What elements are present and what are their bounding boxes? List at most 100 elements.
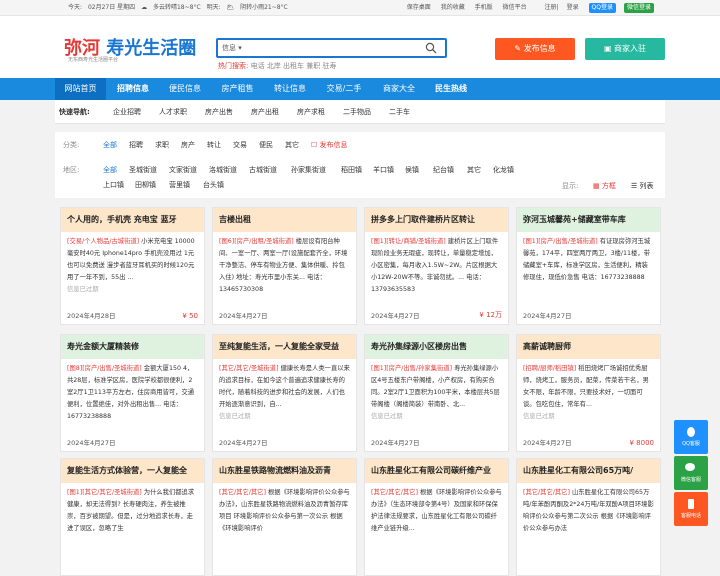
hot-search-terms[interactable]: 电话 北岸 出租车 兼职 驻寿 (251, 62, 337, 70)
card-title[interactable]: 高薪诚聘厨师 (517, 335, 660, 359)
region-option[interactable]: 化龙镇 (493, 165, 514, 175)
quick-link[interactable]: 企业招聘 (113, 100, 141, 124)
phone-service-button[interactable]: 客服电话 (674, 492, 708, 526)
favorites-link[interactable]: 我的收藏 (441, 4, 465, 11)
listing-card[interactable]: 至纯复能生活，一人复能全家受益 [其它/其它/圣城街道] 健康长寿是人类一直以来的… (212, 334, 357, 452)
nav-jobs[interactable]: 招聘信息 (106, 78, 160, 100)
quick-link[interactable]: 房产出租 (251, 100, 279, 124)
card-body: [图1][转让/商铺/圣城街道] 建桥片区上门取件现阶段业务无瑕疵，现转让，单量… (365, 232, 508, 296)
category-option[interactable]: 便民 (259, 140, 273, 150)
card-tag: [其它/其它/其它] (371, 489, 418, 496)
card-title[interactable]: 个人用的，手机壳 充电宝 蓝牙 (61, 208, 204, 232)
date-text: 02月27日 星期四 (87, 4, 136, 11)
card-title[interactable]: 至纯复能生活，一人复能全家受益 (213, 335, 356, 359)
card-tag: [其它/其它/其它] (219, 489, 266, 496)
region-option[interactable]: 古城街道 (249, 165, 277, 175)
card-title[interactable]: 拼多多上门取件建桥片区转让 (365, 208, 508, 232)
card-tag: [其它/其它/其它] (523, 489, 570, 496)
hot-search: 热门搜索: 电话 北岸 出租车 兼职 驻寿 (218, 61, 337, 71)
category-option[interactable]: 全部 (103, 140, 117, 150)
view-list-toggle[interactable]: ☰ 列表 (631, 181, 654, 191)
region-option[interactable]: 羊口镇 (373, 165, 394, 175)
region-option[interactable]: 营里镇 (169, 180, 190, 190)
region-option[interactable]: 其它 (467, 165, 481, 175)
category-option[interactable]: 房产 (181, 140, 195, 150)
card-body: [其它/其它/其它] 根据《环境影响评价公众参与办法》，山东胜星铁路物流燃料油及… (213, 483, 356, 547)
listing-card[interactable]: 弥河玉城馨苑+储藏室带车库 [图1][房产/出售/圣城街道] 有证现房弥河玉城馨苑… (516, 207, 661, 325)
region-option[interactable]: 台头镇 (203, 180, 224, 190)
region-option[interactable]: 上口镇 (103, 180, 124, 190)
nav-merchants[interactable]: 商家大全 (373, 78, 425, 100)
quick-nav-title: 快速导航: (59, 108, 90, 116)
region-option[interactable]: 田柳镇 (135, 180, 156, 190)
card-tag: [图1][其它/其它/圣城街道] (67, 489, 142, 496)
card-date: 2024年4月27日 (219, 439, 268, 447)
card-title[interactable]: 山东胜星化工有限公司65万吨/ (517, 459, 660, 483)
listing-card[interactable]: 个人用的，手机壳 充电宝 蓝牙 [交易/个人物品/古城街道] 小米充电宝 1000… (60, 207, 205, 325)
region-option[interactable]: 文家街道 (169, 165, 197, 175)
listing-card[interactable]: 山东胜星铁路物流燃料油及沥青 [其它/其它/其它] 根据《环境影响评价公众参与办法… (212, 458, 357, 576)
view-grid-toggle[interactable]: ▦ 方框 (593, 181, 616, 191)
listing-card[interactable]: 复能生活方式体验营，一人复能全 [图1][其它/其它/圣城街道] 为什么我们都追求… (60, 458, 205, 576)
search-icon[interactable] (425, 42, 437, 54)
category-option[interactable]: 求职 (155, 140, 169, 150)
wechat-login-button[interactable]: 微信登录 (623, 3, 654, 13)
listing-card[interactable]: 高薪诚聘厨师 [招聘/厨师/稻田镇] 稻田烧烤厂场诚招优秀厨师，烧烤工，服务员，配… (516, 334, 661, 452)
quick-link[interactable]: 二手物品 (343, 100, 371, 124)
quick-link[interactable]: 二手车 (389, 100, 410, 124)
category-option[interactable]: 交易 (233, 140, 247, 150)
card-title[interactable]: 寿光孙集绿源小区楼房出售 (365, 335, 508, 359)
region-option[interactable]: 侯镇 (405, 165, 419, 175)
nav-home[interactable]: 网站首页 (55, 78, 106, 100)
card-title[interactable]: 吉楼出租 (213, 208, 356, 232)
category-option[interactable]: 其它 (285, 140, 299, 150)
card-title[interactable]: 弥河玉城馨苑+储藏室带车库 (517, 208, 660, 232)
region-option[interactable]: 全部 (103, 165, 117, 175)
listing-card[interactable]: 山东胜星化工有限公司碳纤维产业 [其它/其它/其它] 根据《环境影响评价公众参与办… (364, 458, 509, 576)
region-option[interactable]: 圣城街道 (129, 165, 157, 175)
login-link[interactable]: 登录 (567, 4, 579, 11)
quick-link[interactable]: 房产出售 (205, 100, 233, 124)
nav-hotline[interactable]: 民生热线 (425, 78, 477, 100)
region-option[interactable]: 洛城街道 (209, 165, 237, 175)
card-tag: [图1][房产/出售/圣城街道] (523, 238, 598, 245)
quick-link[interactable]: 人才求职 (159, 100, 187, 124)
list-icon: ☰ (631, 182, 638, 190)
card-title[interactable]: 山东胜星化工有限公司碳纤维产业 (365, 459, 508, 483)
region-option[interactable]: 稻田镇 (341, 165, 362, 175)
wechat-platform-link[interactable]: 微信平台 (503, 4, 527, 11)
card-status: 信息已过期 (523, 413, 555, 420)
card-title[interactable]: 山东胜星铁路物流燃料油及沥青 (213, 459, 356, 483)
search-category-select[interactable]: 信息 ▾ (222, 43, 242, 53)
nav-housing[interactable]: 房产租售 (210, 78, 265, 100)
card-tag: [图8][房产/出售/圣城街道] (67, 365, 142, 372)
nav-trade[interactable]: 交易/二手 (315, 78, 373, 100)
region-option[interactable]: 孙家集街道 (291, 165, 326, 175)
top-bar: 今天: 02月27日 星期四 ☁ 多云转晴18~8°C 明天: 🌥 阴转小雨21… (0, 0, 720, 16)
card-price: ¥ 12万 (479, 311, 502, 319)
listing-card[interactable]: 寿光孙集绿源小区楼房出售 [图1][房产/出售/孙家集街道] 寿光孙集绿源小区4号… (364, 334, 509, 452)
qq-service-button[interactable]: QQ客服 (674, 420, 708, 454)
nav-transfer[interactable]: 转让信息 (265, 78, 315, 100)
save-desktop-link[interactable]: 保存桌面 (407, 4, 431, 11)
card-title[interactable]: 寿光金额大厦精装修 (61, 335, 204, 359)
region-option[interactable]: 纪台镇 (433, 165, 454, 175)
main-nav: 网站首页 招聘信息 便民信息 房产租售 转让信息 交易/二手 商家大全 民生热线 (0, 78, 720, 100)
listing-card[interactable]: 拼多多上门取件建桥片区转让 [图1][转让/商铺/圣城街道] 建桥片区上门取件现阶… (364, 207, 509, 325)
register-link[interactable]: 注册 (545, 4, 557, 11)
search-box[interactable]: 信息 ▾ (216, 38, 447, 58)
quick-link[interactable]: 房产求租 (297, 100, 325, 124)
listing-card[interactable]: 山东胜星化工有限公司65万吨/[其它/其它/其它] 山东胜星化工有限公司65万吨… (516, 458, 661, 576)
listing-card[interactable]: 吉楼出租 [图6][房产/出租/圣城街道] 楼层设有阳台种间、一室一厅、两室一厅(… (212, 207, 357, 325)
card-title[interactable]: 复能生活方式体验营，一人复能全 (61, 459, 204, 483)
qq-login-button[interactable]: QQ登录 (588, 3, 616, 13)
category-option[interactable]: 转让 (207, 140, 221, 150)
post-info-button[interactable]: ✎ 发布信息 (495, 38, 575, 60)
wechat-service-button[interactable]: 微信客服 (674, 456, 708, 490)
mobile-link[interactable]: 手机版 (475, 4, 493, 11)
nav-services[interactable]: 便民信息 (160, 78, 210, 100)
merchant-join-button[interactable]: ▣ 商家入驻 (585, 38, 665, 60)
category-option[interactable]: 招聘 (129, 140, 143, 150)
post-info-link[interactable]: ☐ 发布信息 (311, 140, 348, 150)
listing-card[interactable]: 寿光金额大厦精装修 [图8][房产/出售/圣城街道] 金额大厦150 4，共28层… (60, 334, 205, 452)
